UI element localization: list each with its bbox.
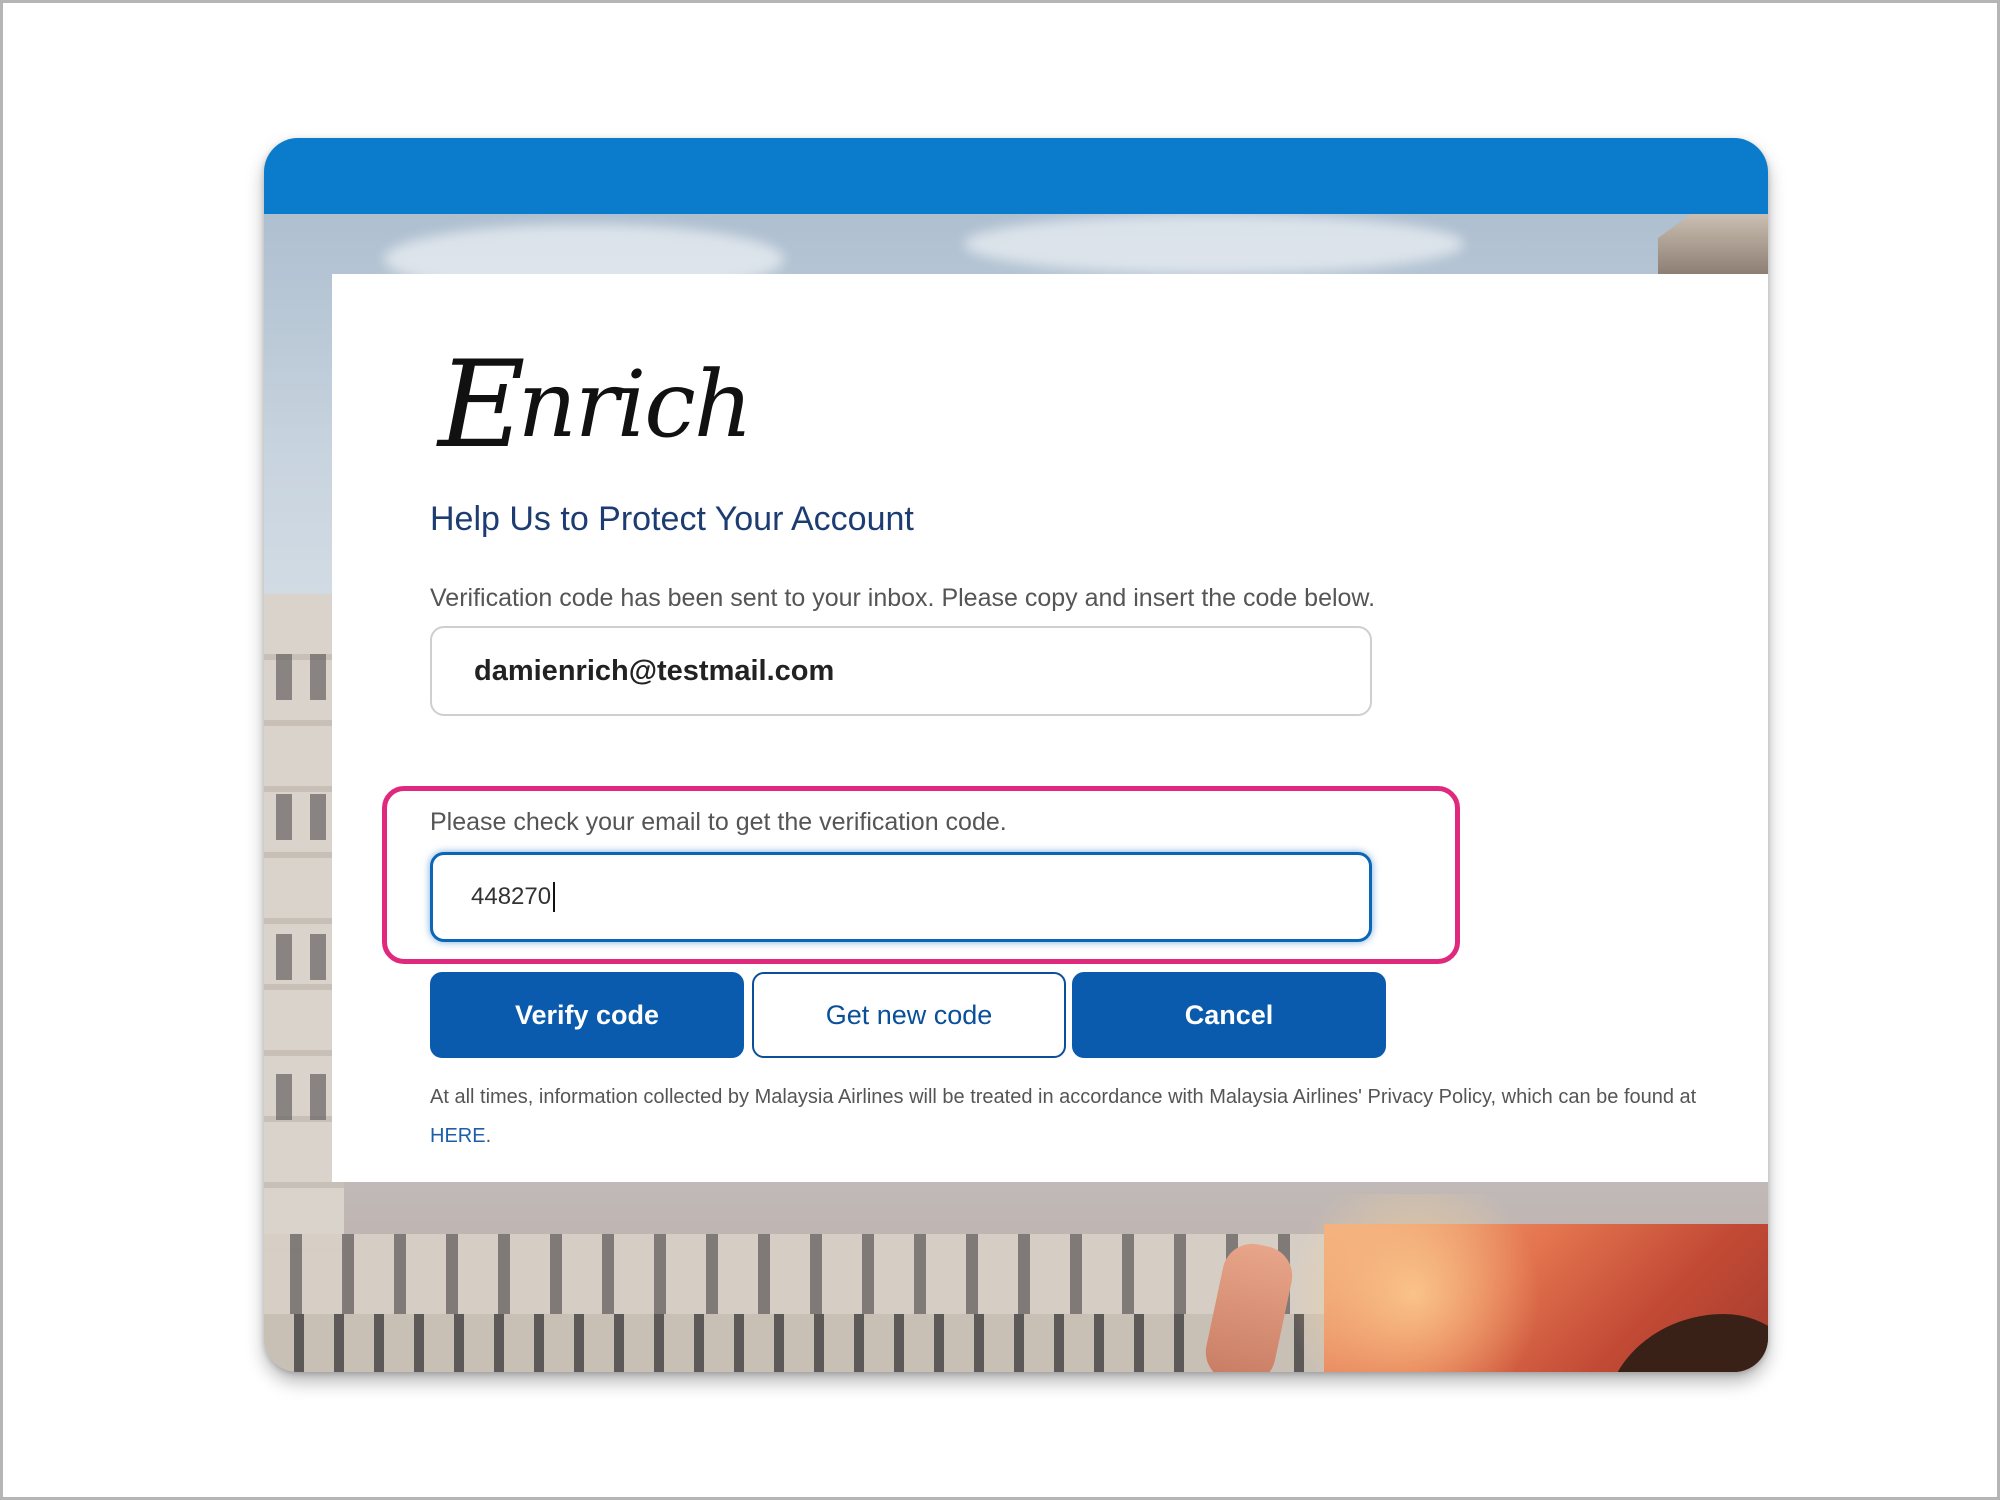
text-caret <box>553 882 556 912</box>
building-facade-lower <box>264 1314 1324 1372</box>
hint-text: Please check your email to get the verif… <box>430 808 1007 836</box>
get-new-code-button[interactable]: Get new code <box>752 972 1066 1058</box>
disclaimer-suffix: . <box>485 1125 492 1147</box>
verify-code-button[interactable]: Verify code <box>430 972 744 1058</box>
email-value: damienrich@testmail.com <box>474 654 835 687</box>
email-field[interactable]: damienrich@testmail.com <box>430 626 1372 716</box>
page-title: Help Us to Protect Your Account <box>430 500 914 538</box>
verification-card: Enrich Help Us to Protect Your Account V… <box>332 274 1768 1182</box>
privacy-policy-link[interactable]: HERE <box>430 1125 486 1147</box>
building-window <box>276 1074 292 1120</box>
logo-text: nrich <box>517 351 753 458</box>
browser-window: Enrich Help Us to Protect Your Account V… <box>264 138 1768 1372</box>
building-window <box>310 794 326 840</box>
top-header-bar <box>264 138 1768 214</box>
building-window <box>276 934 292 980</box>
building-window <box>310 654 326 700</box>
verification-code-input[interactable]: 448270 <box>430 852 1372 942</box>
building-window <box>276 654 292 700</box>
building-window <box>276 794 292 840</box>
code-value: 448270 <box>471 883 552 910</box>
info-text: Verification code has been sent to your … <box>430 584 1376 612</box>
privacy-disclaimer: At all times, information collected by M… <box>430 1078 1750 1156</box>
sun-glow <box>1264 1194 1564 1372</box>
building-window <box>310 1074 326 1120</box>
disclaimer-text: At all times, information collected by M… <box>430 1086 1697 1108</box>
enrich-logo: Enrich <box>438 336 753 466</box>
logo-initial: E <box>438 336 526 475</box>
cloud-shape <box>964 214 1464 274</box>
cancel-button[interactable]: Cancel <box>1072 972 1386 1058</box>
building-window <box>310 934 326 980</box>
